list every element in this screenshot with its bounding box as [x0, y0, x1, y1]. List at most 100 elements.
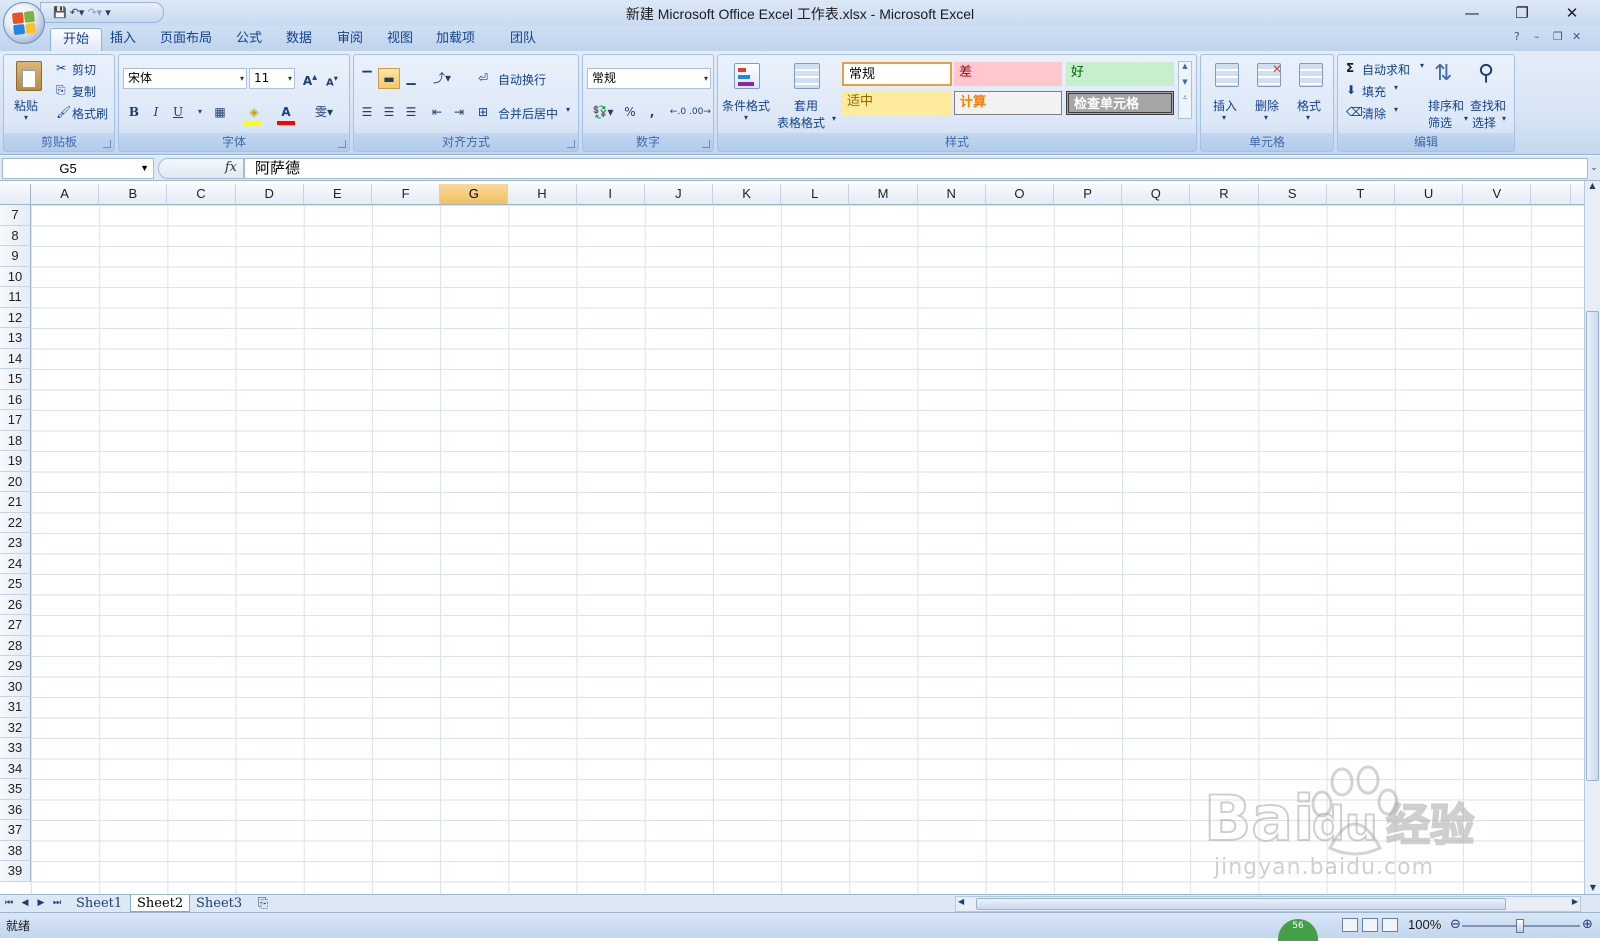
column-header-k[interactable]: K: [713, 184, 782, 204]
orientation-icon[interactable]: ⤴▾: [426, 68, 458, 89]
delete-cells-icon[interactable]: ✕: [1257, 62, 1282, 87]
column-header-a[interactable]: A: [31, 184, 100, 204]
conditional-format-button[interactable]: 条件格式: [722, 97, 770, 114]
clipboard-launcher-icon[interactable]: [103, 140, 111, 148]
conditional-format-dropdown-icon[interactable]: ▾: [744, 113, 748, 122]
number-launcher-icon[interactable]: [702, 140, 710, 148]
row-header-12[interactable]: 12: [0, 307, 31, 328]
column-header-i[interactable]: I: [577, 184, 645, 204]
sheet-tab-2[interactable]: Sheet2: [130, 895, 191, 912]
zoom-slider[interactable]: [1462, 919, 1580, 933]
row-header-18[interactable]: 18: [0, 430, 31, 451]
paste-button[interactable]: 粘贴: [14, 97, 38, 114]
column-header-c[interactable]: C: [167, 184, 236, 204]
page-break-view-icon[interactable]: [1382, 918, 1398, 932]
next-sheet-icon[interactable]: ▶: [34, 895, 48, 912]
row-header-28[interactable]: 28: [0, 635, 31, 656]
row-header-39[interactable]: 39: [0, 861, 31, 882]
insert-cells-button[interactable]: 插入: [1213, 97, 1237, 114]
sort-filter-dropdown-icon[interactable]: ▾: [1464, 114, 1468, 123]
find-select-line1[interactable]: 查找和: [1470, 97, 1506, 114]
expand-formula-bar-icon[interactable]: ⌄: [1588, 159, 1600, 178]
tab-data[interactable]: 数据: [274, 28, 324, 51]
grow-font-icon[interactable]: A▴: [299, 68, 321, 89]
phonetic-icon[interactable]: 雯▾: [309, 102, 339, 123]
style-neutral[interactable]: 适中: [842, 91, 952, 115]
row-header-8[interactable]: 8: [0, 225, 31, 246]
underline-button[interactable]: U: [167, 102, 189, 123]
delete-dropdown-icon[interactable]: ▾: [1264, 113, 1268, 122]
sort-filter-line1[interactable]: 排序和: [1428, 97, 1464, 114]
column-header-p[interactable]: P: [1054, 184, 1123, 204]
find-select-line2[interactable]: 选择: [1472, 114, 1496, 131]
sheet-tab-1[interactable]: Sheet1: [70, 895, 128, 912]
format-dropdown-icon[interactable]: ▾: [1306, 113, 1310, 122]
scroll-up-icon[interactable]: ▲: [1585, 181, 1600, 190]
row-header-33[interactable]: 33: [0, 738, 31, 759]
insert-cells-icon[interactable]: [1215, 63, 1239, 87]
column-header-t[interactable]: T: [1327, 184, 1395, 204]
column-header-partial[interactable]: [1531, 184, 1572, 204]
column-header-d[interactable]: D: [236, 184, 304, 204]
font-color-icon[interactable]: A: [275, 102, 297, 123]
sort-filter-line2[interactable]: 筛选: [1428, 114, 1452, 131]
row-header-17[interactable]: 17: [0, 410, 31, 431]
align-left-icon[interactable]: ☰: [356, 102, 378, 123]
row-header-7[interactable]: 7: [0, 205, 31, 226]
vertical-scroll-thumb[interactable]: [1586, 311, 1599, 781]
column-header-h[interactable]: H: [508, 184, 577, 204]
close-button[interactable]: ✕: [1552, 2, 1592, 24]
table-format-line2[interactable]: 表格格式: [777, 114, 825, 131]
styles-gallery-scroll[interactable]: ▲ ▼ ⩡: [1178, 61, 1192, 119]
zoom-level[interactable]: 100%: [1408, 917, 1441, 932]
style-good[interactable]: 好: [1066, 62, 1174, 86]
table-format-icon[interactable]: [794, 63, 820, 89]
row-header-20[interactable]: 20: [0, 471, 31, 492]
row-header-30[interactable]: 30: [0, 676, 31, 697]
column-header-e[interactable]: E: [304, 184, 372, 204]
align-middle-icon[interactable]: ▬: [378, 68, 400, 89]
find-select-icon[interactable]: ⚲: [1478, 61, 1494, 86]
column-header-o[interactable]: O: [986, 184, 1054, 204]
currency-icon[interactable]: 💱▾: [587, 102, 619, 123]
clear-button[interactable]: 清除: [1362, 105, 1386, 122]
conditional-format-icon[interactable]: [734, 63, 760, 89]
row-header-22[interactable]: 22: [0, 512, 31, 533]
column-header-q[interactable]: Q: [1122, 184, 1191, 204]
percent-button[interactable]: %: [619, 102, 641, 123]
paste-icon[interactable]: [16, 61, 42, 91]
name-box[interactable]: G5 ▼: [2, 158, 154, 179]
tab-page-layout[interactable]: 页面布局: [148, 28, 224, 51]
autosum-dropdown-icon[interactable]: ▾: [1420, 61, 1424, 70]
minimize-button[interactable]: —: [1452, 2, 1492, 24]
row-header-35[interactable]: 35: [0, 779, 31, 800]
row-header-14[interactable]: 14: [0, 348, 31, 369]
style-check-cell[interactable]: 检查单元格: [1066, 91, 1174, 115]
zoom-out-icon[interactable]: ⊖: [1450, 917, 1461, 932]
align-right-icon[interactable]: ☰: [400, 102, 422, 123]
column-header-j[interactable]: J: [645, 184, 713, 204]
doc-minimize-icon[interactable]: –: [1534, 30, 1540, 43]
column-header-l[interactable]: L: [781, 184, 850, 204]
paste-dropdown-icon[interactable]: ▾: [24, 113, 28, 122]
clear-dropdown-icon[interactable]: ▾: [1394, 105, 1398, 114]
column-header-b[interactable]: B: [99, 184, 168, 204]
font-name-select[interactable]: 宋体 ▾: [123, 68, 247, 89]
column-header-v[interactable]: V: [1463, 184, 1532, 204]
style-calculation[interactable]: 计算: [954, 91, 1062, 115]
tab-view[interactable]: 视图: [375, 28, 425, 51]
column-header-g[interactable]: G: [440, 184, 509, 204]
doc-restore-icon[interactable]: ❐: [1553, 30, 1563, 43]
column-header-s[interactable]: S: [1259, 184, 1327, 204]
sheet-tab-3[interactable]: Sheet3: [190, 895, 248, 912]
style-normal[interactable]: 常规: [842, 62, 952, 86]
insert-sheet-icon[interactable]: ⎘: [252, 895, 274, 912]
autosum-button[interactable]: 自动求和: [1362, 61, 1410, 78]
scroll-left-icon[interactable]: ◀: [958, 897, 964, 906]
italic-button[interactable]: I: [145, 102, 167, 123]
borders-icon[interactable]: ▦: [209, 102, 231, 123]
row-header-24[interactable]: 24: [0, 553, 31, 574]
vertical-scrollbar[interactable]: ▲ ▼: [1584, 181, 1600, 894]
scroll-down-icon[interactable]: ▼: [1585, 883, 1600, 892]
row-header-19[interactable]: 19: [0, 451, 31, 472]
